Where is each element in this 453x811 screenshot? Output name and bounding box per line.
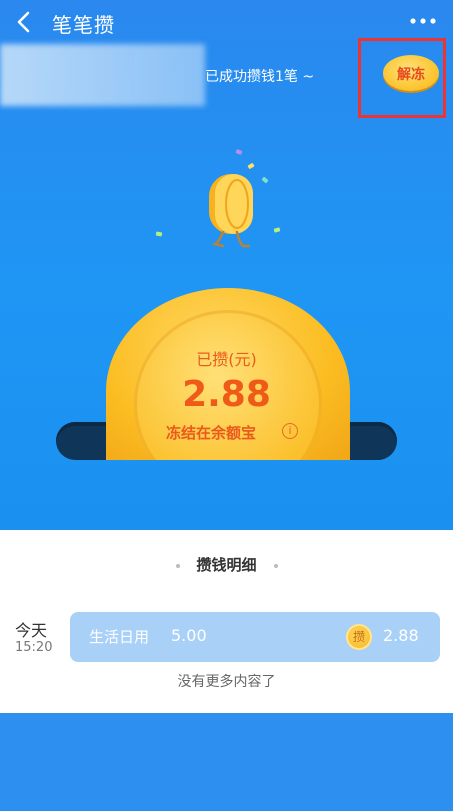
detail-title: 攒钱明细 [196, 556, 257, 574]
save-coin-icon: 攒 [346, 624, 372, 650]
saved-amount: 2.88 [182, 374, 271, 415]
frozen-in-yuebao-label: 冻结在余额宝 [166, 424, 257, 442]
record-amount: 5.00 [171, 626, 207, 645]
success-message: 已成功攒钱1笔 ~ [205, 69, 315, 85]
record-row[interactable]: 生活日用 5.00 攒 2.88 [70, 612, 440, 662]
confetti-piece [155, 231, 163, 237]
page-title: 笔笔攒 [52, 13, 115, 37]
blurred-user-info [0, 44, 205, 106]
record-saved-value: 2.88 [383, 626, 419, 645]
unfreeze-button[interactable]: 解冻 [383, 55, 439, 91]
more-icon[interactable] [409, 17, 437, 25]
record-day: 今天 [15, 621, 48, 640]
running-coin-icon [209, 174, 253, 248]
info-icon[interactable]: i [282, 423, 298, 439]
record-category: 生活日用 [89, 628, 150, 646]
saved-label: 已攒(元) [196, 350, 257, 369]
no-more-content: 没有更多内容了 [177, 674, 276, 690]
unfreeze-highlight: 解冻 [358, 38, 446, 118]
bottom-area [0, 713, 453, 811]
back-arrow-icon[interactable] [10, 8, 38, 36]
record-time: 15:20 [15, 640, 53, 655]
unfreeze-label: 解冻 [397, 67, 425, 83]
decorative-dot [274, 564, 278, 568]
